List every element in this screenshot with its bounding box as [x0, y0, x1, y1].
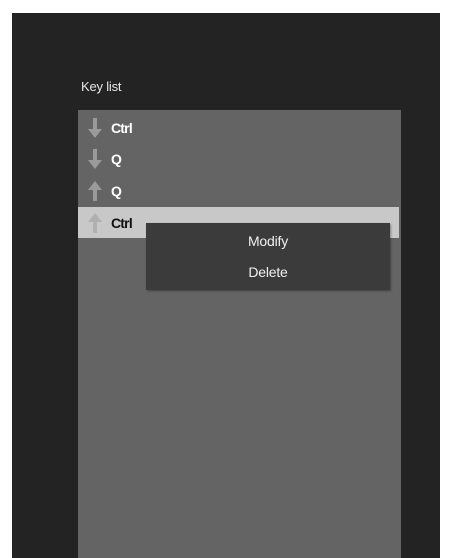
- menu-item-delete[interactable]: Delete: [146, 256, 390, 287]
- key-list-item-label: Q: [111, 150, 122, 167]
- menu-item-modify[interactable]: Modify: [146, 225, 390, 256]
- key-list-item-label: Ctrl: [111, 214, 133, 231]
- arrow-down-icon: [87, 148, 103, 170]
- key-list-item[interactable]: Q: [78, 143, 399, 174]
- arrow-up-icon: [87, 180, 103, 202]
- key-list-item[interactable]: Ctrl: [78, 112, 399, 143]
- key-list-item[interactable]: Q: [78, 175, 399, 206]
- key-list-label: Key list: [81, 79, 122, 94]
- arrow-up-icon: [87, 212, 103, 234]
- arrow-down-icon: [87, 117, 103, 139]
- key-list-item-label: Q: [111, 182, 122, 199]
- context-menu: Modify Delete: [146, 223, 390, 290]
- key-list-item-label: Ctrl: [111, 119, 133, 136]
